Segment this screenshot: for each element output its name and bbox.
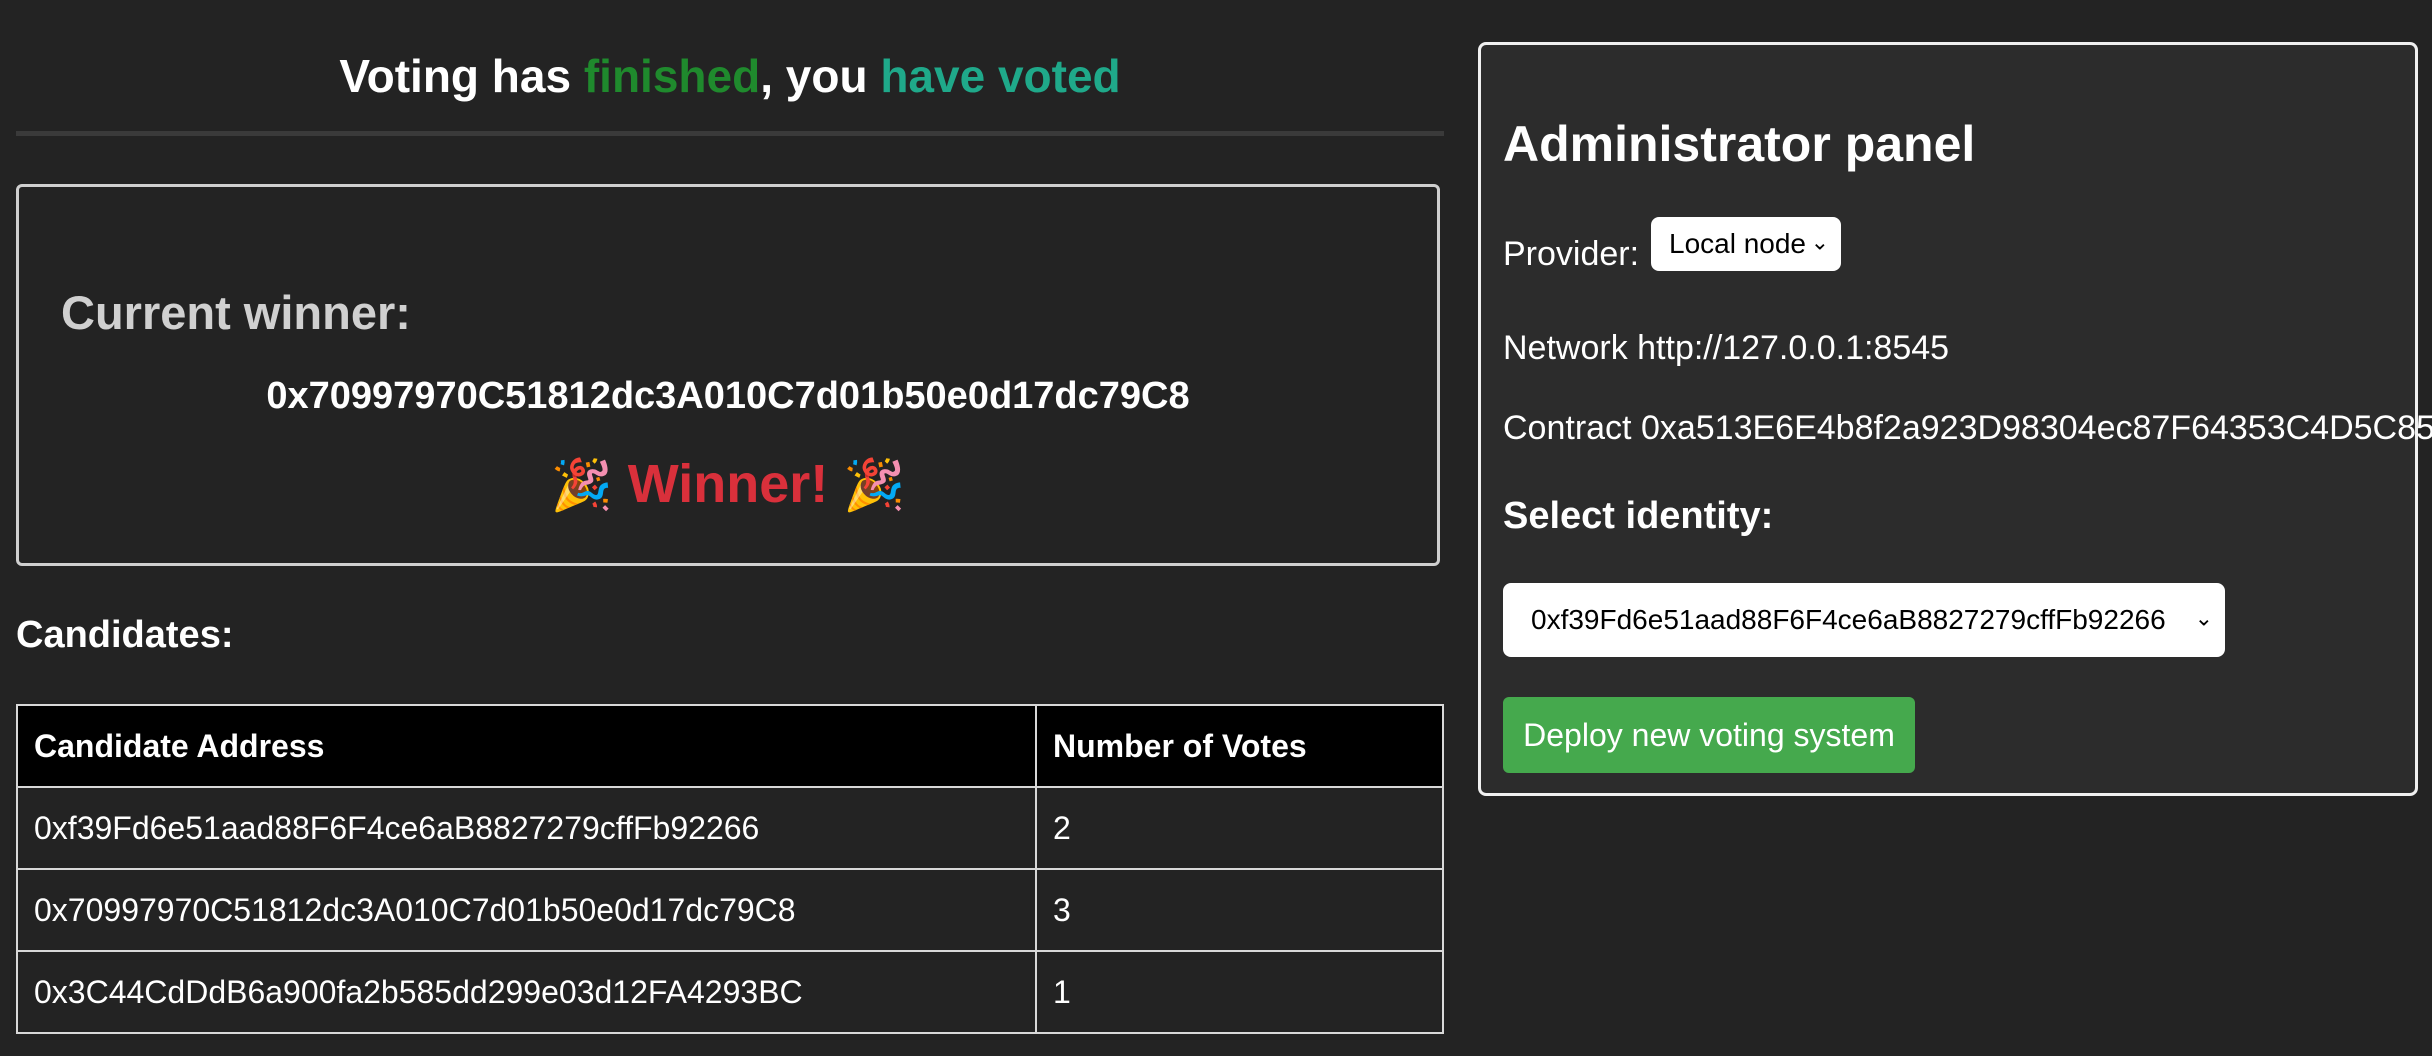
select-identity-title: Select identity:: [1503, 495, 1774, 537]
table-row: 0xf39Fd6e51aad88F6F4ce6aB8827279cffFb922…: [16, 786, 1444, 870]
provider-label: Provider:: [1503, 235, 1640, 273]
candidate-votes: 3: [1035, 868, 1444, 952]
candidate-votes: 1: [1035, 950, 1444, 1034]
chevron-down-icon: ⌄: [2194, 605, 2213, 631]
candidate-address: 0x70997970C51812dc3A010C7d01b50e0d17dc79…: [16, 868, 1037, 952]
voting-section: Voting has finished, you have voted Curr…: [16, 0, 1444, 1034]
candidate-address: 0x3C44CdDdB6a900fa2b585dd299e03d12FA4293…: [16, 950, 1037, 1034]
identity-selected-value: 0xf39Fd6e51aad88F6F4ce6aB8827279cffFb922…: [1531, 604, 2166, 635]
table-row: 0x3C44CdDdB6a900fa2b585dd299e03d12FA4293…: [16, 950, 1444, 1034]
admin-panel-title: Administrator panel: [1503, 116, 1976, 172]
winner-address: 0x70997970C51812dc3A010C7d01b50e0d17dc79…: [266, 375, 1190, 417]
party-popper-icon: 🎉: [550, 457, 613, 513]
deploy-voting-system-button[interactable]: Deploy new voting system: [1503, 697, 1915, 773]
identity-select[interactable]: 0xf39Fd6e51aad88F6F4ce6aB8827279cffFb922…: [1503, 583, 2225, 657]
winner-title: Current winner:: [61, 286, 411, 339]
candidate-votes: 2: [1035, 786, 1444, 870]
chevron-down-icon: ⌄: [1810, 229, 1829, 255]
winner-text: Winner!: [627, 454, 829, 514]
status-text-2: , you: [760, 50, 881, 102]
provider-select[interactable]: Local node ⌄: [1651, 217, 1841, 271]
provider-selected-value: Local node: [1669, 228, 1807, 259]
candidates-title: Candidates:: [16, 614, 234, 656]
divider: [16, 131, 1444, 136]
administrator-panel: Administrator panel Provider: Local node…: [1478, 42, 2432, 796]
voting-status-heading: Voting has finished, you have voted: [16, 0, 1444, 132]
header-number-of-votes: Number of Votes: [1035, 704, 1444, 788]
contract-info: Contract 0xa513E6E4b8f2a923D98304ec87F64…: [1503, 409, 2432, 447]
candidates-table: Candidate Address Number of Votes 0xf39F…: [16, 704, 1444, 1034]
candidate-address: 0xf39Fd6e51aad88F6F4ce6aB8827279cffFb922…: [16, 786, 1037, 870]
status-finished: finished: [583, 50, 761, 102]
header-candidate-address: Candidate Address: [16, 704, 1037, 788]
table-header-row: Candidate Address Number of Votes: [16, 704, 1444, 788]
status-text-1: Voting has: [339, 50, 584, 102]
network-info: Network http://127.0.0.1:8545: [1503, 329, 1950, 367]
winner-label: 🎉 Winner! 🎉: [19, 453, 1437, 515]
winner-box: Current winner: 0x70997970C51812dc3A010C…: [16, 184, 1440, 566]
table-row: 0x70997970C51812dc3A010C7d01b50e0d17dc79…: [16, 868, 1444, 952]
party-popper-icon: 🎉: [843, 457, 906, 513]
status-voted: have voted: [880, 50, 1121, 102]
